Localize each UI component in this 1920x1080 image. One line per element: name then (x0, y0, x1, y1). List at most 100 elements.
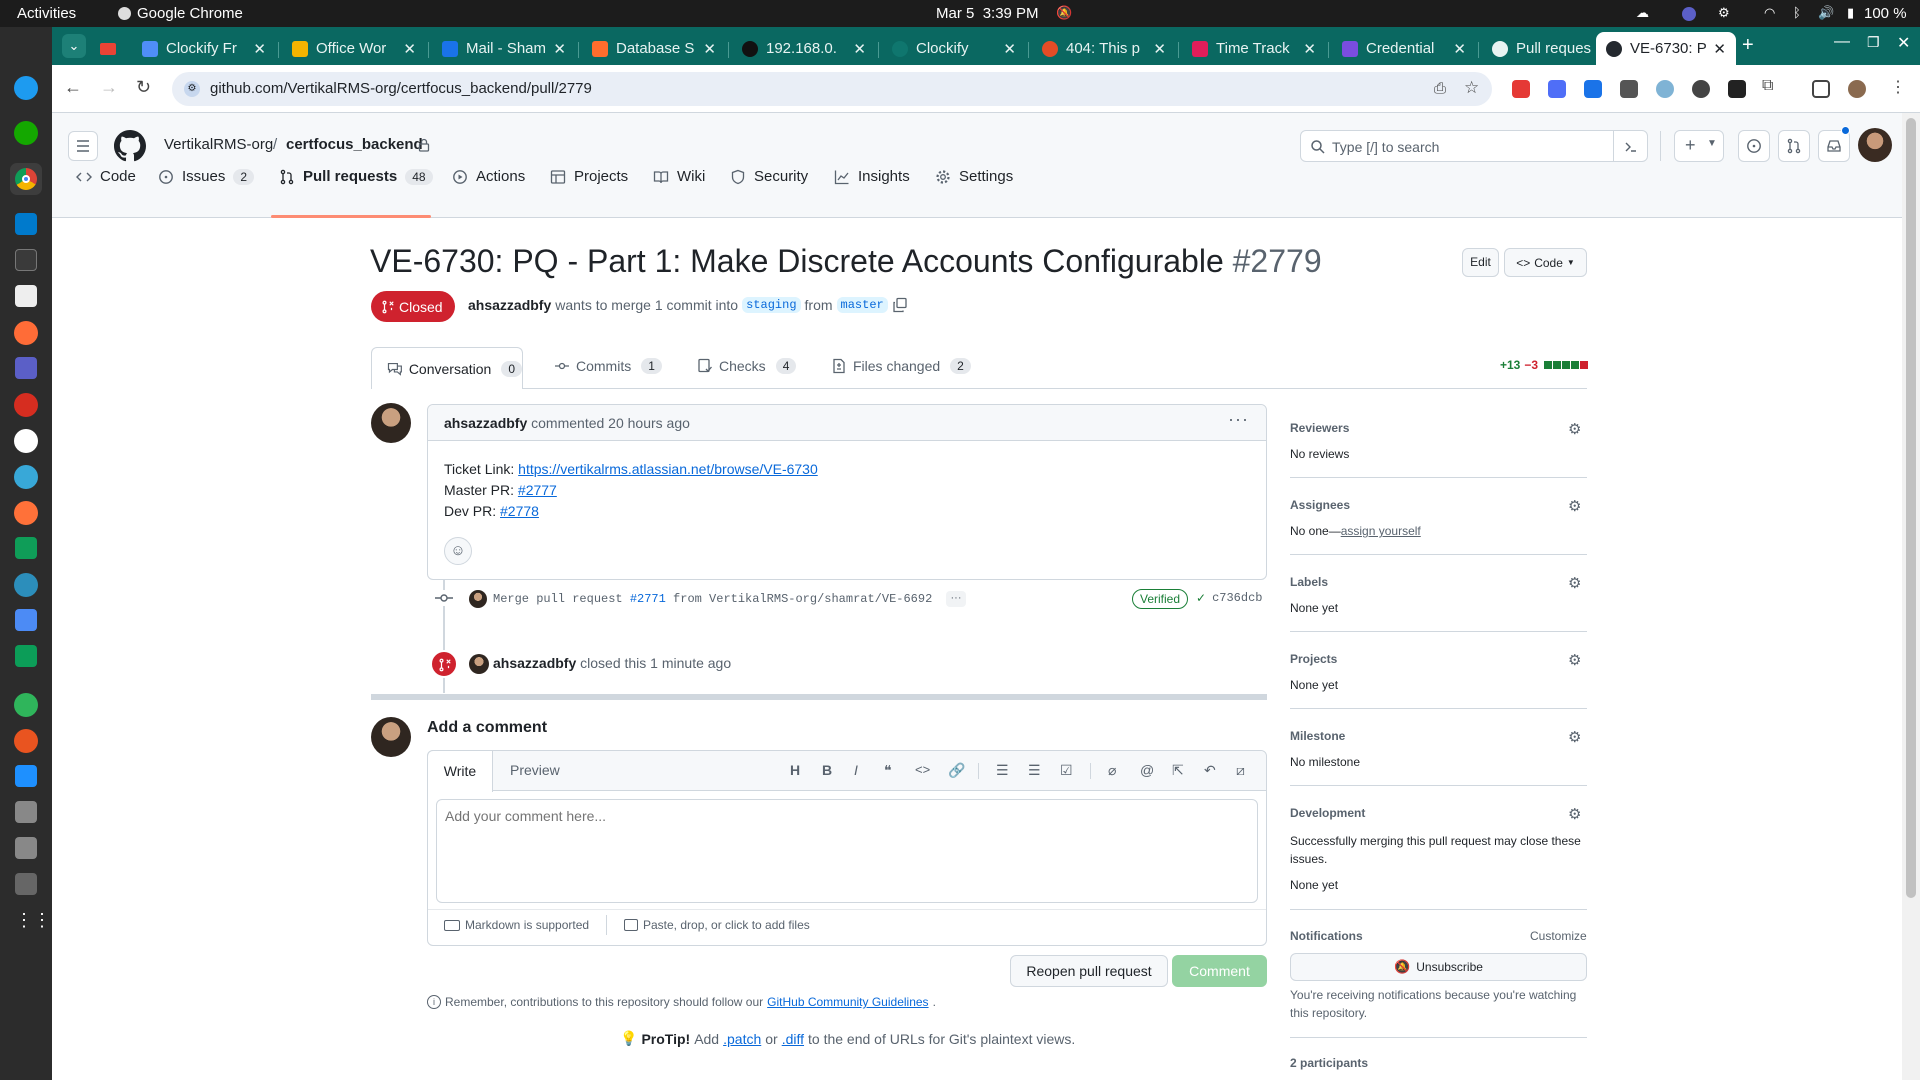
back-icon[interactable]: ← (64, 77, 82, 98)
comment-textarea[interactable] (436, 799, 1258, 903)
tab-conversation[interactable]: Conversation 0 (371, 347, 523, 389)
assignees-heading[interactable]: Assignees (1290, 498, 1350, 512)
commit-sha-link[interactable]: c736dcb (1212, 591, 1262, 605)
chat-icon[interactable] (15, 645, 37, 667)
tab[interactable]: 192.168.0. ✕ (732, 32, 876, 65)
tab-pull-requests[interactable]: Pull requests 48 (279, 168, 433, 185)
user-avatar[interactable] (1858, 128, 1892, 162)
master-pr-link[interactable]: #2777 (518, 482, 557, 498)
tab-actions[interactable]: Actions (452, 168, 525, 185)
inbox-button[interactable] (1818, 126, 1850, 162)
terminal-icon[interactable] (15, 249, 37, 271)
italic-icon[interactable]: I (854, 762, 858, 778)
pull-requests-button[interactable] (1778, 130, 1810, 162)
comment-time[interactable]: commented 20 hours ago (531, 415, 690, 431)
reload-icon[interactable]: ↻ (136, 77, 151, 98)
commit-text-a[interactable]: Merge pull request (493, 592, 623, 606)
ubuntu-icon[interactable] (14, 729, 38, 753)
mention-icon[interactable]: @ (1140, 762, 1154, 778)
postman-icon[interactable] (14, 321, 38, 345)
close-icon[interactable]: ✕ (1303, 40, 1316, 58)
scrollbar-thumb[interactable] (1906, 118, 1916, 898)
battery-icon[interactable]: ▮ (1847, 5, 1854, 21)
tab-checks[interactable]: Checks 4 (697, 358, 797, 374)
comment-author-link[interactable]: ahsazzadbfy (444, 415, 527, 431)
closed-event-author[interactable]: ahsazzadbfy (493, 655, 576, 671)
upwork-icon[interactable] (14, 121, 38, 145)
tab[interactable]: Database S ✕ (582, 32, 726, 65)
avatar[interactable] (469, 654, 489, 674)
heading-icon[interactable]: H (790, 762, 800, 778)
disk-icon[interactable] (15, 873, 37, 895)
app-icon[interactable] (15, 765, 37, 787)
code-icon[interactable]: <> (915, 762, 930, 777)
app-menu[interactable]: Google Chrome (118, 5, 243, 22)
gear-icon[interactable]: ⚙ (1568, 574, 1581, 592)
new-tab-icon[interactable]: + (1742, 34, 1754, 57)
bold-icon[interactable]: B (822, 762, 832, 778)
close-icon[interactable]: ✕ (553, 40, 566, 58)
attach-paperclip-icon[interactable]: ⌀ (1108, 762, 1116, 779)
tab-wiki[interactable]: Wiki (653, 168, 705, 185)
close-window-icon[interactable]: ✕ (1897, 33, 1910, 53)
commit-text-b[interactable]: from VertikalRMS-org/shamrat/VE-6692 (673, 592, 932, 606)
repo-name-link[interactable]: certfocus_backend (286, 136, 423, 153)
search-input[interactable]: Type [/] to search (1300, 130, 1648, 162)
command-palette-icon[interactable] (1623, 139, 1639, 155)
chrome-dock-icon[interactable] (10, 163, 42, 195)
tab-search-icon[interactable]: ⌄ (62, 34, 86, 58)
base-branch[interactable]: staging (742, 297, 801, 313)
tab[interactable]: Clockify ✕ (882, 32, 1026, 65)
cross-reference-icon[interactable]: ⇱ (1172, 762, 1184, 779)
write-tab[interactable]: Write (427, 750, 493, 792)
close-icon[interactable]: ✕ (703, 40, 716, 58)
adblock-icon[interactable] (1512, 80, 1530, 98)
ssd-icon[interactable] (15, 801, 37, 823)
repo-owner-link[interactable]: VertikalRMS-org (164, 136, 273, 153)
text-editor-icon[interactable] (15, 609, 37, 631)
slash-commands-icon[interactable]: ⧄ (1236, 762, 1245, 779)
avatar[interactable] (469, 590, 487, 608)
extension-icon[interactable] (1692, 80, 1710, 98)
extensions-puzzle-icon[interactable]: ⧉ (1762, 77, 1773, 95)
tab-settings[interactable]: Settings (935, 168, 1013, 185)
ticket-link[interactable]: https://vertikalrms.atlassian.net/browse… (518, 461, 818, 477)
tab[interactable]: Time Track ✕ (1182, 32, 1326, 65)
tab-issues[interactable]: Issues 2 (158, 168, 255, 185)
mongodb-icon[interactable] (14, 429, 38, 453)
labels-heading[interactable]: Labels (1290, 575, 1328, 589)
customize-link[interactable]: Customize (1530, 929, 1587, 943)
reviewers-heading[interactable]: Reviewers (1290, 421, 1349, 435)
issues-button[interactable] (1738, 130, 1770, 162)
minimize-icon[interactable]: — (1834, 33, 1850, 51)
install-app-icon[interactable]: ⎙ (1434, 80, 1446, 97)
extension-icon[interactable] (1656, 80, 1674, 98)
avatar[interactable] (371, 403, 411, 443)
close-icon[interactable]: ✕ (1713, 40, 1726, 58)
numbered-list-icon[interactable]: ☰ (996, 762, 1009, 779)
gear-icon[interactable]: ⚙ (1568, 728, 1581, 746)
maximize-icon[interactable]: ❐ (1867, 34, 1880, 51)
gear-icon[interactable]: ⚙ (1568, 497, 1581, 515)
pinned-tab-gmail[interactable] (100, 43, 116, 55)
activities-button[interactable]: Activities (17, 5, 76, 22)
patch-link[interactable]: .patch (723, 1031, 761, 1047)
tab[interactable]: Clockify Fr ✕ (132, 32, 276, 65)
diff-link[interactable]: .diff (782, 1031, 804, 1047)
link-icon[interactable]: 🔗 (948, 762, 965, 779)
closed-event-time[interactable]: closed this 1 minute ago (580, 655, 731, 671)
site-info-icon[interactable]: ⚙ (184, 81, 200, 97)
verified-badge[interactable]: Verified (1132, 589, 1189, 609)
inkscape-icon[interactable] (15, 285, 37, 307)
vscode-icon[interactable] (15, 213, 37, 235)
gear-icon[interactable]: ⚙ (1568, 420, 1581, 438)
tab[interactable]: Mail - Sham ✕ (432, 32, 576, 65)
tab-code[interactable]: Code (76, 168, 136, 185)
volume-icon[interactable]: 🔊 (1818, 5, 1834, 21)
page-scrollbar[interactable] (1902, 113, 1920, 1080)
profile-avatar[interactable] (1848, 80, 1866, 98)
markdown-supported-link[interactable]: Markdown is supported (444, 918, 589, 932)
app-icon[interactable] (14, 465, 38, 489)
projects-heading[interactable]: Projects (1290, 652, 1337, 666)
close-icon[interactable]: ✕ (253, 40, 266, 58)
